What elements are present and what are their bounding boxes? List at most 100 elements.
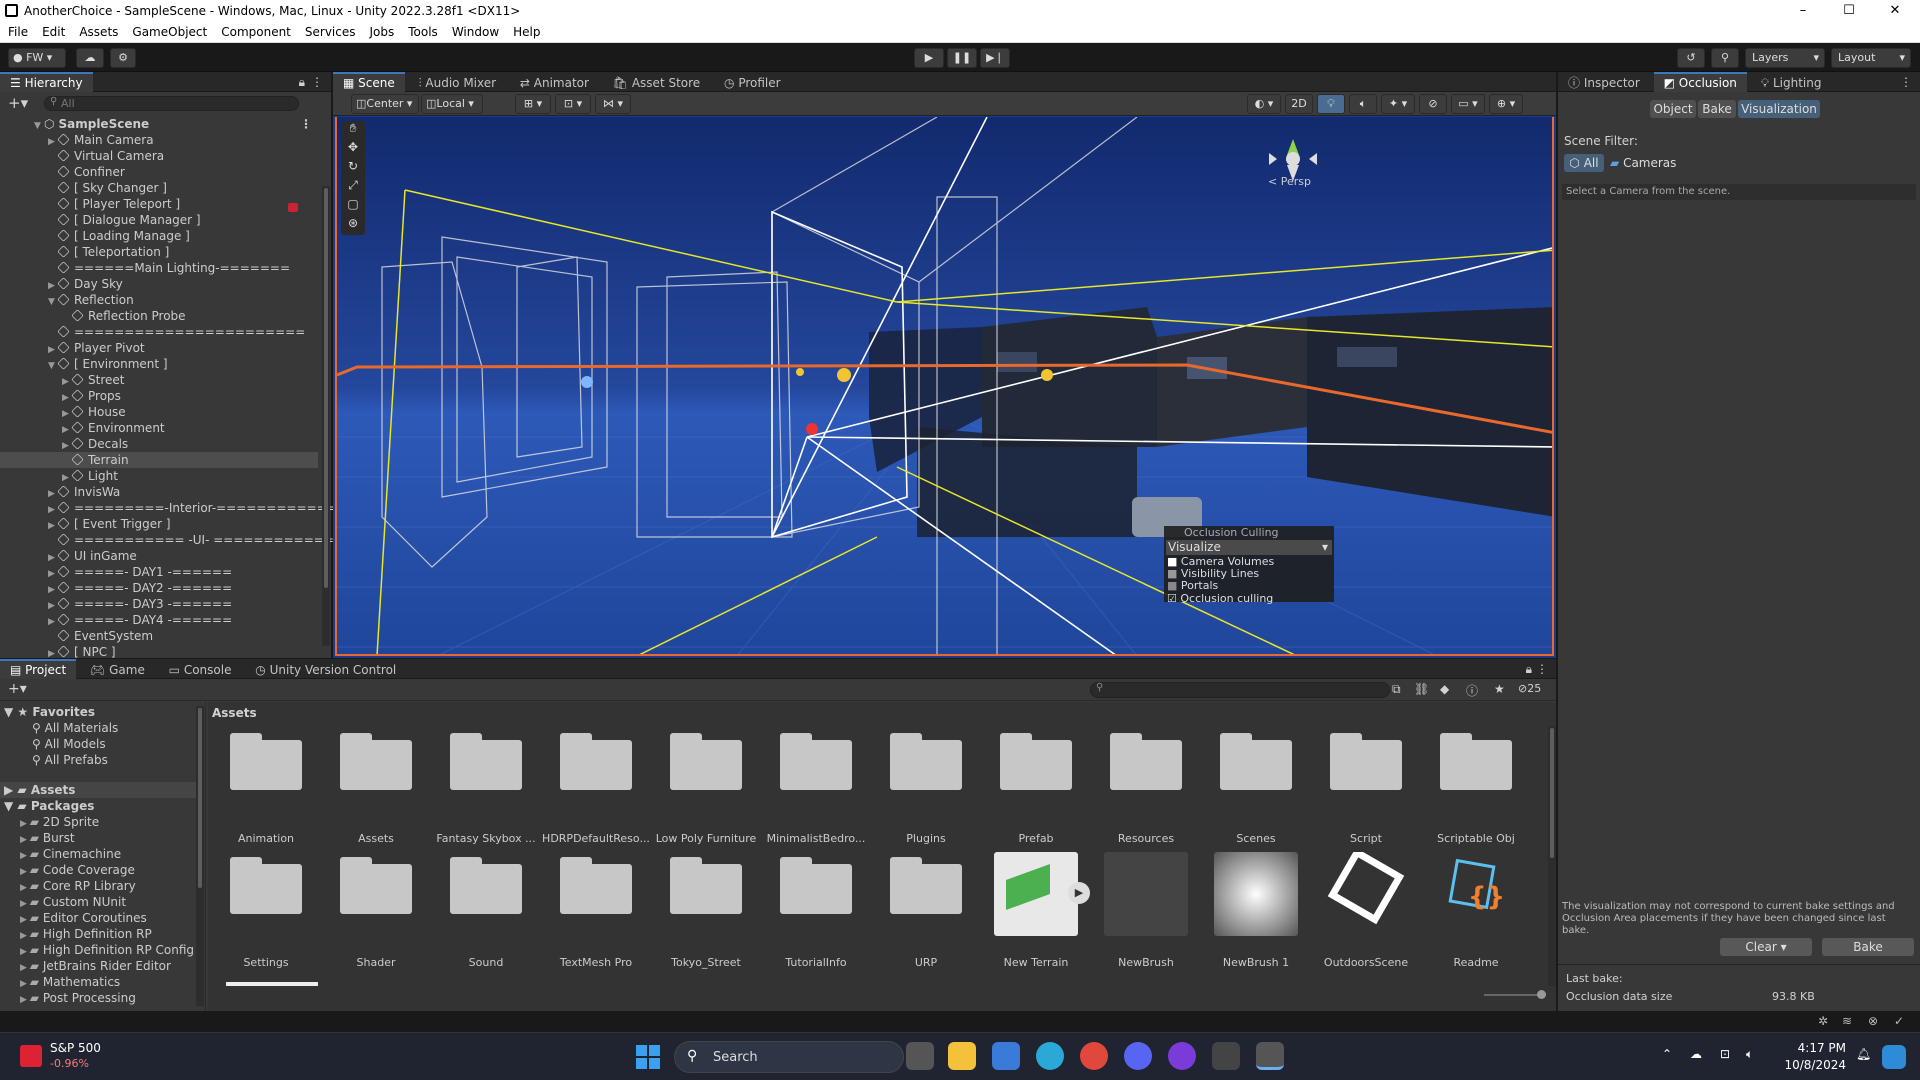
hierarchy-item[interactable]: ======Main Lighting-======= [0,260,318,276]
search-by-type-icon[interactable]: ⧉ [1392,682,1401,697]
expand-arrow-icon[interactable]: ▶ [20,867,30,877]
gizmos-toggle-icon[interactable]: ⊕ ▾ [1489,94,1523,114]
expand-arrow-icon[interactable]: ▶ [20,819,30,829]
hierarchy-item[interactable]: ▶ =====- DAY2 -====== [0,580,318,596]
chrome-browser-icon[interactable] [1080,1042,1108,1070]
network-icon[interactable]: ⊡ [1720,1047,1730,1061]
file-explorer-icon[interactable] [948,1042,976,1070]
hierarchy-item[interactable]: EventSystem [0,628,318,644]
expand-arrow-icon[interactable]: ▶ [20,963,30,973]
hierarchy-item[interactable]: Virtual Camera [0,148,318,164]
menu-services[interactable]: Services [297,22,362,39]
folder-icon[interactable] [1000,730,1072,790]
package-folder[interactable]: ▶ ▰ High Definition RP [20,926,152,942]
hierarchy-item[interactable]: Confiner [0,164,318,180]
folder-icon[interactable] [670,854,742,914]
package-folder[interactable]: ▶ ▰ Editor Coroutines [20,910,147,926]
brush-asset-icon[interactable] [1214,852,1298,936]
hierarchy-item[interactable]: Terrain [0,452,318,468]
hierarchy-item[interactable]: ▶ Props [0,388,318,404]
scrollbar-thumb[interactable] [324,188,328,588]
menu-window[interactable]: Window [444,22,505,39]
hierarchy-item[interactable]: ▶ Player Pivot [0,340,318,356]
packages-folder-row[interactable]: ▼ ▰ Packages [4,798,94,814]
subtab-bake[interactable]: Bake [1698,100,1736,118]
hierarchy-item[interactable]: ======================= [0,324,318,340]
chevron-up-icon[interactable]: ⌃ [1662,1047,1672,1061]
more-menu-icon[interactable]: ⋮ [311,72,323,92]
more-menu-icon[interactable]: ⋮ [300,116,312,132]
hierarchy-item[interactable]: =========== -UI- ============ [0,532,334,548]
transform-tool-icon[interactable]: ⊛ [341,216,365,235]
expand-arrow-icon[interactable]: ▶ [20,995,30,1005]
scrollbar-thumb[interactable] [1550,728,1554,858]
favorites-header[interactable]: ▼ ★ Favorites [4,704,95,720]
copilot-icon[interactable] [1882,1045,1906,1069]
layers-dropdown[interactable]: Layers ▾ [1745,48,1825,68]
scene-visibility-icon[interactable]: ⊘ [1419,94,1447,114]
expand-arrow-icon[interactable]: ▶ [20,899,30,909]
hierarchy-item[interactable]: Reflection Probe [0,308,318,324]
tab-hierarchy[interactable]: ☰ Hierarchy [0,72,93,92]
audio-toggle-icon[interactable]: 🔈︎ [1349,94,1377,114]
favorite-star-icon[interactable]: ★ [1494,682,1505,696]
folder-icon[interactable] [780,730,852,790]
favorite-all-materials[interactable]: ⚲ All Materials [32,720,118,736]
package-folder[interactable]: ▶ ▰ Cinemachine [20,846,121,862]
search-icon[interactable]: ⚲ [1711,48,1739,68]
unity-scene-icon[interactable] [1324,852,1408,936]
settings-gear-icon[interactable]: ⚙ [110,48,136,68]
occlusion-culling-checkbox[interactable]: ☑ Occlusion culling [1164,592,1334,605]
hierarchy-item[interactable]: ▶ =====- DAY4 -====== [0,612,318,628]
tab-occlusion[interactable]: ◩ Occlusion [1653,72,1747,92]
folder-icon[interactable] [340,730,412,790]
hidden-packages-toggle[interactable]: ⊘25 [1518,682,1541,695]
scene-viewport[interactable]: < Persp ✋︎ ✥ ↻ ⤢ ▢ ⊛ Occlusion Culling V… [335,117,1554,656]
pause-button[interactable]: ❚❚ [947,48,977,68]
account-dropdown[interactable]: ● FW ▾ [8,48,66,68]
expand-arrow-icon[interactable]: ▶ [20,915,30,925]
perspective-label[interactable]: < Persp [1268,175,1311,188]
scale-tool-icon[interactable]: ⤢ [341,178,365,197]
more-menu-icon[interactable]: ⋮ [1536,659,1548,679]
minimize-button[interactable]: – [1780,0,1826,22]
hierarchy-item[interactable]: ▶ InvisWa [0,484,318,500]
terrain-asset-icon[interactable] [994,852,1078,936]
folder-icon[interactable] [670,730,742,790]
package-folder[interactable]: ▶ ▰ High Definition RP Config [20,942,194,958]
effects-toggle-icon[interactable]: ✦ ▾ [1381,94,1415,114]
folder-icon[interactable] [1220,730,1292,790]
lock-icon[interactable]: 🔒︎ [1526,659,1532,679]
menu-assets[interactable]: Assets [71,22,124,39]
hand-tool-icon[interactable]: ✋︎ [341,121,365,140]
clock-time[interactable]: 4:17 PM [1776,1041,1846,1055]
clear-dropdown[interactable]: Clear ▾ [1720,938,1812,956]
folder-icon[interactable] [1110,730,1182,790]
grid-snap-icon[interactable]: ⊞ ▾ [515,94,551,114]
menu-jobs[interactable]: Jobs [362,22,401,39]
hierarchy-scrollbar[interactable] [322,186,330,646]
hierarchy-item[interactable]: ▶[ Event Trigger ] [0,516,318,532]
edge-browser-icon[interactable] [1036,1042,1064,1070]
tab-version-control[interactable]: ◷ Unity Version Control [245,660,406,680]
subtab-object[interactable]: Object [1650,100,1696,118]
tab-scene[interactable]: ▦ Scene [333,72,405,92]
subtab-visualization[interactable]: Visualization [1738,100,1820,118]
bug-icon[interactable]: ✲ [1818,1014,1828,1028]
hierarchy-item[interactable]: ▶ =========-Interior-============ [0,500,337,516]
folder-icon[interactable] [340,854,412,914]
filter-all-button[interactable]: ⬡ All [1564,154,1604,172]
favorite-all-prefabs[interactable]: ⚲ All Prefabs [32,752,108,768]
icon-size-slider[interactable] [1484,990,1546,999]
breadcrumb[interactable]: Assets [212,704,257,722]
tab-animator[interactable]: ⇄ Animator [510,73,599,93]
hierarchy-item[interactable]: ▶ House [0,404,318,420]
hierarchy-item[interactable]: ▶ Decals [0,436,318,452]
tab-asset-store[interactable]: 🛍︎ Asset Store [603,73,710,93]
menu-gameobject[interactable]: GameObject [124,22,213,39]
tab-inspector[interactable]: ⓘ Inspector [1558,73,1650,93]
menu-edit[interactable]: Edit [34,22,71,39]
folder-icon[interactable] [450,730,522,790]
lighting-toggle-icon[interactable]: 💡︎ [1317,94,1345,114]
package-folder[interactable]: ▶ ▰ JetBrains Rider Editor [20,958,171,974]
